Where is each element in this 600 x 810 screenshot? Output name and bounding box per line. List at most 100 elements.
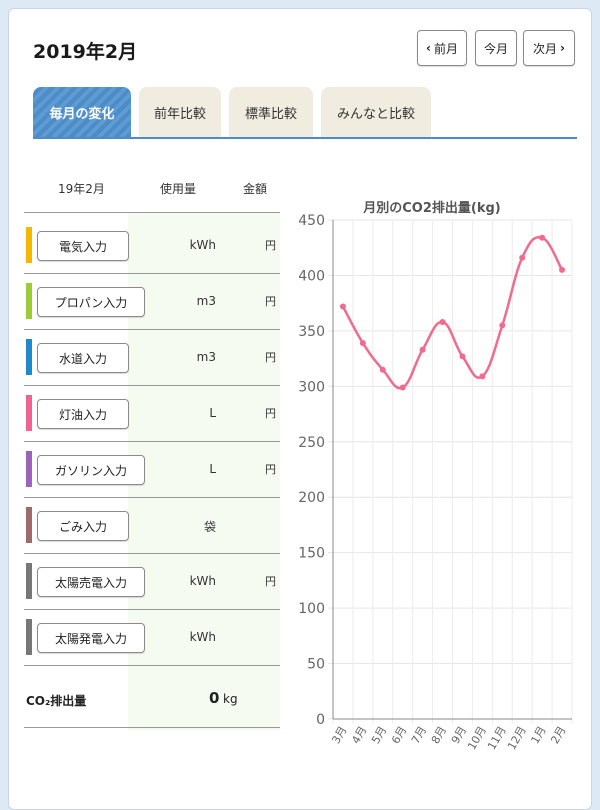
tab-label: みんなと比較: [336, 106, 415, 122]
usage-unit: kWh: [189, 574, 216, 588]
color-indicator: [26, 563, 32, 599]
header-month: 19年2月: [58, 182, 105, 196]
color-indicator: [26, 619, 32, 655]
propane-input-button[interactable]: プロパン入力: [37, 287, 145, 317]
table-row: ガソリン入力 L 円: [24, 442, 280, 498]
data-point: [499, 322, 506, 329]
data-point: [419, 346, 426, 353]
data-point: [479, 373, 486, 380]
amount-unit: 円: [265, 239, 276, 252]
electricity-input-button[interactable]: 電気入力: [37, 231, 129, 261]
amount-unit: 円: [265, 463, 276, 476]
x-tick-label: 6月: [389, 724, 409, 746]
y-tick-label: 250: [298, 435, 325, 451]
co2-total-row: CO₂排出量 0 kg: [24, 672, 280, 728]
usage-unit: L: [209, 462, 216, 476]
chevron-right-icon: ›: [560, 41, 565, 55]
y-tick-label: 50: [307, 657, 325, 673]
x-tick-label: 4月: [349, 724, 369, 746]
tab-standard[interactable]: 標準比較: [229, 87, 313, 137]
x-tick-label: 8月: [429, 724, 449, 746]
solar-sale-input-button[interactable]: 太陽売電入力: [37, 567, 145, 597]
table-row: プロパン入力 m3 円: [24, 274, 280, 330]
next-month-button[interactable]: 次月 ›: [523, 30, 575, 66]
table-row: ごみ入力 袋: [24, 498, 280, 554]
co2-unit: kg: [223, 692, 238, 706]
garbage-input-button[interactable]: ごみ入力: [37, 511, 129, 541]
co2-label: CO₂排出量: [26, 694, 87, 708]
usage-unit: kWh: [189, 238, 216, 252]
data-point: [399, 384, 406, 391]
y-tick-label: 0: [316, 712, 325, 728]
usage-unit: 袋: [203, 520, 216, 534]
data-point: [339, 303, 346, 310]
table-row: 水道入力 m3 円: [24, 330, 280, 386]
chevron-left-icon: ‹: [426, 41, 431, 55]
amount-unit: 円: [265, 407, 276, 420]
usage-unit: m3: [196, 350, 216, 364]
x-tick-label: 2月: [548, 724, 568, 746]
tab-label: 前年比較: [153, 106, 206, 122]
amount-unit: 円: [265, 351, 276, 364]
tab-monthly-change[interactable]: 毎月の変化: [33, 87, 131, 137]
color-indicator: [26, 451, 32, 487]
usage-unit: m3: [196, 294, 216, 308]
water-input-button[interactable]: 水道入力: [37, 343, 129, 373]
tab-everyone[interactable]: みんなと比較: [321, 87, 431, 137]
prev-month-label: 前月: [433, 41, 458, 56]
tab-underline: [33, 137, 577, 139]
next-month-label: 次月: [533, 41, 558, 56]
color-indicator: [26, 339, 32, 375]
y-tick-label: 450: [298, 213, 325, 229]
y-tick-label: 200: [298, 490, 325, 506]
table-row: 太陽発電入力 kWh: [24, 610, 280, 666]
tab-label: 標準比較: [244, 106, 297, 122]
table-divider: [24, 212, 280, 213]
y-tick-label: 400: [298, 268, 325, 284]
data-point: [559, 266, 566, 273]
x-tick-label: 11月: [485, 724, 509, 752]
current-month-label: 今月: [483, 41, 508, 56]
page-title: 2019年2月: [33, 41, 138, 63]
row-divider: [24, 665, 280, 666]
amount-unit: 円: [265, 575, 276, 588]
data-point: [439, 319, 446, 326]
usage-unit: kWh: [189, 630, 216, 644]
x-tick-label: 7月: [409, 724, 429, 746]
x-tick-label: 5月: [369, 724, 389, 746]
tab-label: 毎月の変化: [49, 106, 115, 122]
gasoline-input-button[interactable]: ガソリン入力: [37, 455, 145, 485]
x-tick-label: 1月: [528, 724, 548, 746]
color-indicator: [26, 507, 32, 543]
y-tick-label: 150: [298, 546, 325, 562]
data-point: [539, 234, 546, 241]
tab-previous-year[interactable]: 前年比較: [139, 87, 221, 137]
header-amount: 金額: [243, 182, 268, 196]
x-tick-label: 12月: [505, 724, 529, 752]
header-usage: 使用量: [160, 182, 197, 196]
data-point: [459, 353, 466, 360]
current-month-button[interactable]: 今月: [475, 30, 517, 66]
data-point: [519, 254, 526, 261]
usage-unit: L: [209, 406, 216, 420]
x-tick-label: 3月: [329, 724, 349, 746]
y-tick-label: 300: [298, 379, 325, 395]
amount-unit: 円: [265, 295, 276, 308]
y-tick-label: 350: [298, 324, 325, 340]
co2-line-chart: 0501001502002503003504004503月 4月 5月 6月 7月 8月 9…: [298, 213, 573, 752]
color-indicator: [26, 395, 32, 431]
row-divider: [24, 727, 280, 728]
table-row: 灯油入力 L 円: [24, 386, 280, 442]
table-row: 電気入力 kWh 円: [24, 218, 280, 274]
kerosene-input-button[interactable]: 灯油入力: [37, 399, 129, 429]
color-indicator: [26, 283, 32, 319]
x-tick-label: 10月: [465, 724, 489, 752]
y-tick-label: 100: [298, 601, 325, 617]
color-indicator: [26, 227, 32, 263]
data-point: [379, 366, 386, 373]
data-point: [359, 340, 366, 347]
prev-month-button[interactable]: ‹ 前月: [417, 30, 467, 66]
co2-value: 0: [209, 689, 220, 707]
table-row: 太陽売電入力 kWh 円: [24, 554, 280, 610]
solar-generation-input-button[interactable]: 太陽発電入力: [37, 623, 145, 653]
